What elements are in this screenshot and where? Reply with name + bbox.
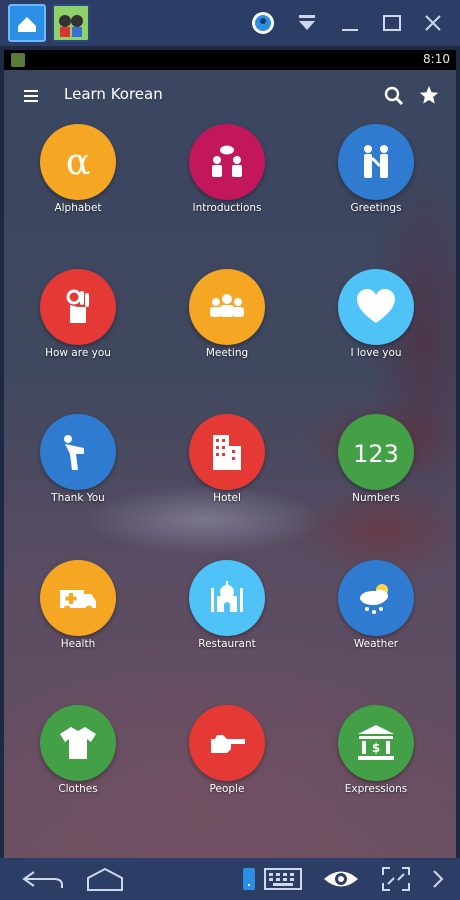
status-bar: 8:10 [4, 50, 456, 70]
maximize-icon[interactable] [379, 10, 405, 36]
menu-icon[interactable] [22, 87, 40, 105]
home-tab-icon [18, 17, 36, 32]
tile-label: Restaurant [198, 638, 256, 650]
tile-meeting[interactable]: Meeting [167, 269, 287, 374]
app-title: Learn Korean [64, 85, 163, 103]
tile-circle [338, 560, 414, 636]
tile-label: Greetings [350, 202, 402, 214]
tile-alphabet[interactable]: α Alphabet [18, 124, 138, 229]
tile-people[interactable]: People [167, 705, 287, 810]
tile-circle [189, 124, 265, 200]
weather-icon [360, 584, 388, 614]
tile-restaurant[interactable]: Restaurant [167, 560, 287, 665]
taj-mahal-icon [211, 581, 243, 612]
numbers-glyph: 123 [353, 440, 399, 468]
home-icon[interactable] [84, 866, 126, 892]
tile-label: How are you [45, 347, 111, 359]
tile-circle [189, 705, 265, 781]
ambulance-icon [60, 590, 96, 613]
tile-circle [40, 705, 116, 781]
tile-label: Hotel [213, 492, 241, 504]
tile-circle: α [40, 124, 116, 200]
bow-icon [64, 435, 84, 470]
tile-health[interactable]: Health [18, 560, 138, 665]
svg-text:α: α [66, 142, 90, 183]
tile-hotel[interactable]: Hotel [167, 414, 287, 519]
tshirt-icon [60, 727, 96, 759]
tile-circle [338, 124, 414, 200]
tile-circle [40, 560, 116, 636]
tile-label: Thank You [51, 492, 105, 504]
keyboard-icon[interactable] [264, 866, 302, 892]
tile-label: Expressions [344, 783, 408, 795]
handshake-icon [364, 145, 388, 178]
tile-thank-you[interactable]: Thank You [18, 414, 138, 519]
close-icon[interactable] [420, 10, 446, 36]
tile-label: People [209, 783, 245, 795]
alpha-icon: α [66, 142, 90, 183]
tile-circle [40, 414, 116, 490]
star-icon[interactable] [418, 84, 440, 106]
building-icon [213, 435, 241, 470]
ok-hand-icon [66, 289, 89, 323]
tile-expressions[interactable]: $ Expressions [316, 705, 436, 810]
svg-text:$: $ [372, 741, 380, 755]
tile-label: Alphabet [54, 202, 102, 214]
tile-clothes[interactable]: Clothes [18, 705, 138, 810]
app-bar: Learn Korean [4, 70, 456, 122]
tile-introductions[interactable]: Introductions [167, 124, 287, 229]
heart-icon [357, 289, 395, 323]
emulator-title-bar [0, 0, 460, 46]
tile-label: Clothes [58, 783, 98, 795]
tile-circle: $ [338, 705, 414, 781]
tile-label: I love you [350, 347, 402, 359]
notification-icon [11, 53, 25, 67]
tile-i-love-you[interactable]: I love you [316, 269, 436, 374]
numbers-icon: 123 [353, 440, 399, 468]
tile-label: Numbers [352, 492, 400, 504]
tile-label: Introductions [192, 202, 262, 214]
user-icon[interactable] [250, 10, 276, 36]
phone-screen: 8:10 Learn Korean α Alphabet Introductio… [4, 50, 456, 858]
chevron-right-icon[interactable] [430, 866, 446, 892]
tile-label: Meeting [205, 347, 249, 359]
group-icon [210, 294, 244, 317]
tile-numbers[interactable]: 123 Numbers [316, 414, 436, 519]
tile-label: Weather [353, 638, 399, 650]
eye-icon[interactable] [322, 866, 360, 892]
tile-greetings[interactable]: Greetings [316, 124, 436, 229]
search-icon[interactable] [383, 85, 405, 107]
tile-label: Health [60, 638, 96, 650]
pointing-hand-icon [211, 735, 245, 753]
tile-circle [189, 560, 265, 636]
app-tab[interactable] [52, 4, 90, 42]
download-icon[interactable] [294, 10, 320, 36]
tile-circle [189, 269, 265, 345]
bank-icon: $ [358, 725, 394, 760]
home-tab[interactable] [8, 4, 46, 42]
tile-circle: 123 [338, 414, 414, 490]
tile-how-are-you[interactable]: How are you [18, 269, 138, 374]
people-talking-icon [212, 145, 242, 177]
phone-icon[interactable] [242, 866, 256, 892]
app-tab-icon [59, 15, 83, 37]
fullscreen-icon[interactable] [380, 866, 412, 892]
minimize-icon[interactable] [337, 10, 363, 36]
back-icon[interactable] [20, 866, 66, 892]
tile-circle [40, 269, 116, 345]
tile-circle [338, 269, 414, 345]
tile-circle [189, 414, 265, 490]
status-time: 8:10 [423, 52, 450, 66]
emulator-bottom-bar [0, 858, 460, 900]
tile-weather[interactable]: Weather [316, 560, 436, 665]
